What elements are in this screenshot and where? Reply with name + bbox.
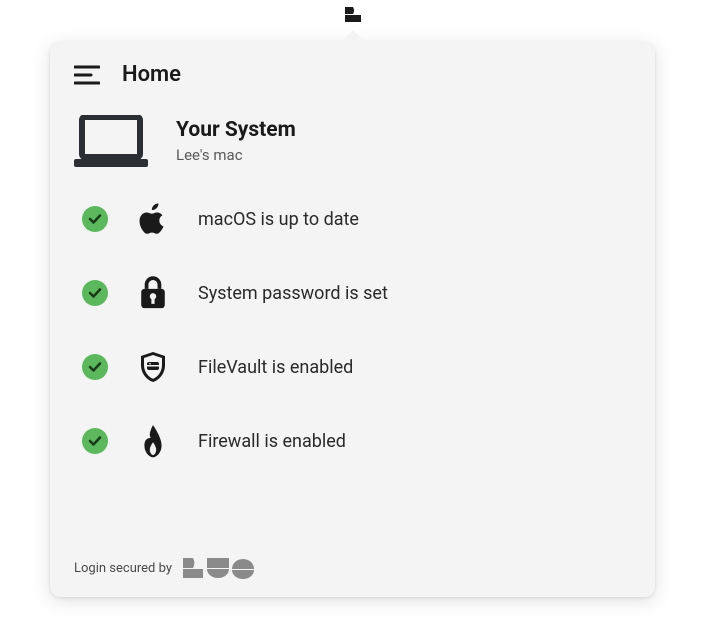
device-health-panel: Home Your System Lee's mac macOS is up t… [50, 42, 655, 597]
duo-logo [182, 557, 254, 579]
header: Home [74, 62, 631, 87]
popover-caret [339, 30, 367, 44]
lock-icon [138, 277, 168, 309]
check-icon [82, 206, 108, 232]
status-label: macOS is up to date [198, 209, 359, 230]
shield-icon [138, 351, 168, 383]
status-list: macOS is up to date System password is s… [82, 203, 631, 457]
check-icon [82, 354, 108, 380]
status-item: Firewall is enabled [82, 425, 631, 457]
apple-icon [138, 203, 168, 235]
menu-icon[interactable] [74, 64, 100, 86]
status-item: System password is set [82, 277, 631, 309]
system-title: Your System [176, 118, 296, 142]
check-icon [82, 280, 108, 306]
system-text: Your System Lee's mac [176, 118, 296, 164]
flame-icon [138, 425, 168, 457]
status-label: System password is set [198, 283, 388, 304]
status-item: FileVault is enabled [82, 351, 631, 383]
status-label: Firewall is enabled [198, 431, 346, 452]
footer-text: Login secured by [74, 561, 172, 576]
system-subtitle: Lee's mac [176, 146, 296, 164]
page-title: Home [122, 62, 181, 87]
footer: Login secured by [74, 557, 254, 579]
check-icon [82, 428, 108, 454]
system-info: Your System Lee's mac [74, 115, 631, 167]
laptop-icon [74, 115, 148, 167]
status-item: macOS is up to date [82, 203, 631, 235]
duo-d-icon [344, 5, 362, 23]
status-label: FileVault is enabled [198, 357, 353, 378]
